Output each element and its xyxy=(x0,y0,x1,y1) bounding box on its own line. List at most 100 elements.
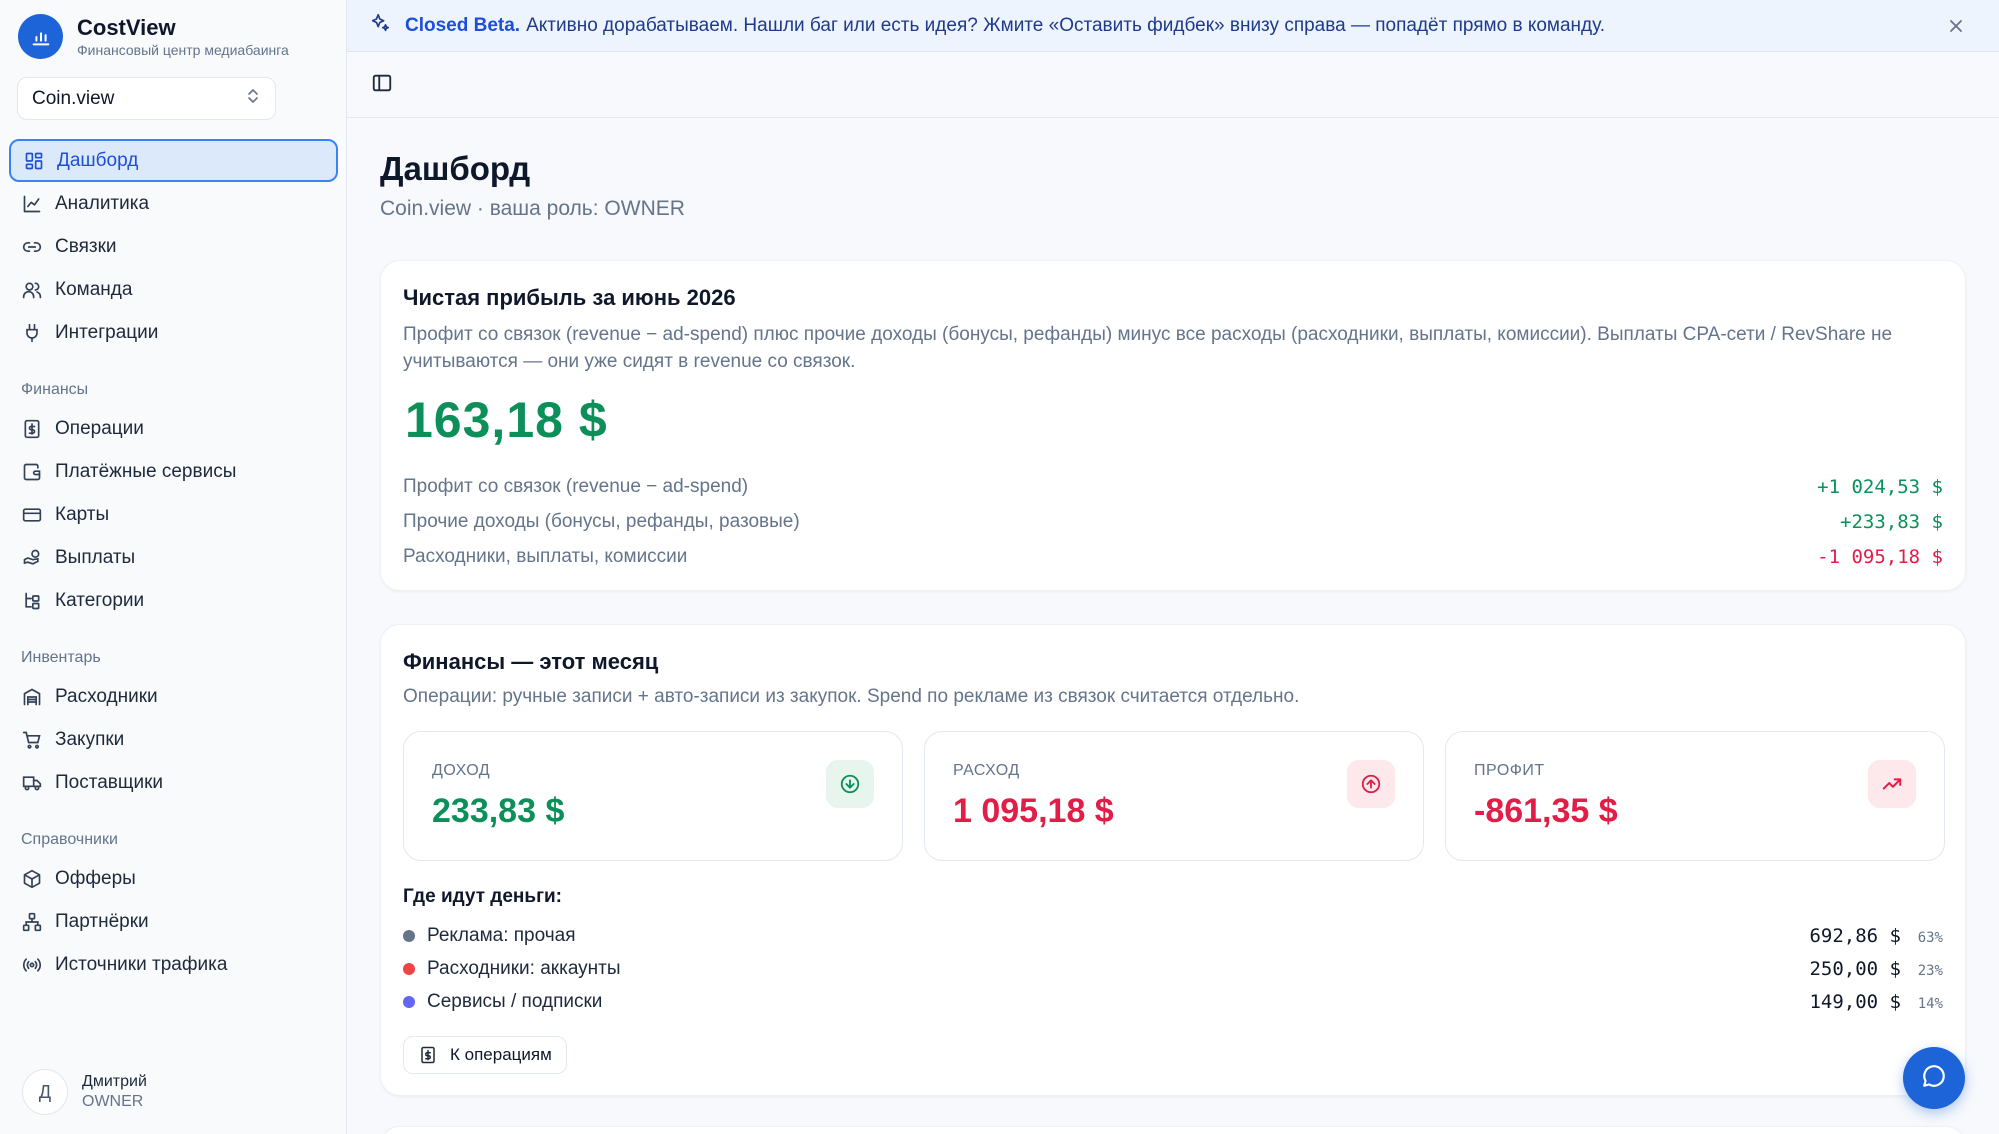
sidebar: CostView Финансовый центр медиабаинга Co… xyxy=(0,0,347,1134)
stat-label: ПРОФИТ xyxy=(1474,762,1545,779)
trending-up-icon xyxy=(1868,760,1916,808)
sidebar-item-label: Операции xyxy=(55,417,144,439)
breakdown-value: +1 024,53 $ xyxy=(1817,476,1943,498)
stat-profit: ПРОФИТ -861,35 $ xyxy=(1445,731,1945,861)
page-title: Дашборд xyxy=(380,150,531,187)
net-profit-title: Чистая прибыль за июнь 2026 xyxy=(403,285,736,310)
user-profile[interactable]: Д Дмитрий OWNER xyxy=(22,1069,147,1115)
finance-month-description: Операции: ручные записи + авто-записи из… xyxy=(403,686,1300,707)
sparkles-icon xyxy=(369,12,391,40)
sidebar-toggle-icon[interactable] xyxy=(371,72,397,98)
wallet-icon xyxy=(21,461,43,483)
expense-category-label: Реклама: прочая xyxy=(427,925,576,946)
sidebar-item-integrations[interactable]: Интеграции xyxy=(9,311,338,354)
section-finance-title: Финансы xyxy=(21,381,89,398)
expense-amount: 250,00 $ xyxy=(1809,958,1901,980)
sidebar-item-team[interactable]: Команда xyxy=(9,268,338,311)
expense-amount: 692,86 $ xyxy=(1809,925,1901,947)
arrow-up-circle-icon xyxy=(1347,760,1395,808)
sidebar-item-label: Расходники xyxy=(55,685,158,707)
breakdown-value: +233,83 $ xyxy=(1840,511,1943,533)
expense-percent: 63% xyxy=(1917,930,1943,946)
sidebar-item-label: Категории xyxy=(55,589,145,611)
breakdown-label: Профит со связок (revenue − ad-spend) xyxy=(403,476,749,497)
breakdown-row: Профит со связок (revenue − ad-spend) +1… xyxy=(403,471,1943,503)
hand-coins-icon xyxy=(21,547,43,569)
sidebar-item-consumables[interactable]: Расходники xyxy=(9,675,338,718)
feedback-chat-button[interactable] xyxy=(1903,1047,1965,1109)
receipt-icon xyxy=(418,1045,438,1065)
expense-category-label: Сервисы / подписки xyxy=(427,991,603,1012)
net-profit-value: 163,18 $ xyxy=(405,392,608,448)
sidebar-item-label: Дашборд xyxy=(57,149,139,171)
tree-icon xyxy=(21,590,43,612)
breakdown-row: Прочие доходы (бонусы, рефанды, разовые)… xyxy=(403,506,1943,538)
link-icon xyxy=(21,236,43,258)
close-icon[interactable] xyxy=(1943,13,1969,39)
user-name: Дмитрий xyxy=(82,1073,147,1090)
user-role: OWNER xyxy=(82,1093,144,1110)
sidebar-item-dashboard[interactable]: Дашборд xyxy=(9,139,338,182)
receipt-icon xyxy=(21,418,43,440)
to-operations-button[interactable]: К операциям xyxy=(403,1036,567,1074)
chevron-up-down-icon xyxy=(245,87,261,111)
breakdown-row: Расходники, выплаты, комиссии -1 095,18 … xyxy=(403,541,1943,573)
list-item: Реклама: прочая 692,86 $ 63% xyxy=(403,920,1943,952)
bar-chart-icon xyxy=(18,14,63,59)
network-icon xyxy=(21,911,43,933)
arrow-down-circle-icon xyxy=(826,760,874,808)
sidebar-item-links[interactable]: Связки xyxy=(9,225,338,268)
sidebar-item-label: Партнёрки xyxy=(55,910,149,932)
sidebar-item-label: Поставщики xyxy=(55,771,164,793)
beta-banner: Closed Beta. Активно дорабатываем. Нашли… xyxy=(347,0,1999,52)
sidebar-item-purchases[interactable]: Закупки xyxy=(9,718,338,761)
expense-amount: 149,00 $ xyxy=(1809,991,1901,1013)
where-money-goes-title: Где идут деньги: xyxy=(403,886,563,907)
legend-dot xyxy=(403,996,415,1008)
sidebar-item-label: Закупки xyxy=(55,728,125,750)
sidebar-item-partners[interactable]: Партнёрки xyxy=(9,900,338,943)
sidebar-item-label: Карты xyxy=(55,503,110,525)
sidebar-item-label: Платёжные сервисы xyxy=(55,460,237,482)
sidebar-item-categories[interactable]: Категории xyxy=(9,579,338,622)
sidebar-item-label: Команда xyxy=(55,278,133,300)
expense-percent: 23% xyxy=(1917,963,1943,979)
sidebar-item-analytics[interactable]: Аналитика xyxy=(9,182,338,225)
next-card xyxy=(380,1126,1966,1134)
stat-label: РАСХОД xyxy=(953,762,1020,779)
brand-name: CostView xyxy=(77,14,176,40)
sidebar-item-label: Выплаты xyxy=(55,546,136,568)
section-inventory-title: Инвентарь xyxy=(21,649,101,666)
sidebar-item-suppliers[interactable]: Поставщики xyxy=(9,761,338,804)
sidebar-item-payment-services[interactable]: Платёжные сервисы xyxy=(9,450,338,493)
project-selector[interactable]: Coin.view xyxy=(17,77,276,120)
line-chart-icon xyxy=(21,193,43,215)
sidebar-item-traffic-sources[interactable]: Источники трафика xyxy=(9,943,338,986)
legend-dot xyxy=(403,930,415,942)
topbar xyxy=(347,52,1999,118)
stat-value: 233,83 $ xyxy=(432,792,565,830)
expense-category-label: Расходники: аккаунты xyxy=(427,958,621,979)
sidebar-item-label: Аналитика xyxy=(55,192,150,214)
net-profit-card: Чистая прибыль за июнь 2026 Профит со св… xyxy=(380,260,1966,591)
sidebar-item-cards[interactable]: Карты xyxy=(9,493,338,536)
stat-label: ДОХОД xyxy=(432,762,491,779)
brand[interactable]: CostView Финансовый центр медиабаинга xyxy=(18,14,289,59)
message-circle-icon xyxy=(1921,1063,1947,1094)
legend-dot xyxy=(403,963,415,975)
radio-icon xyxy=(21,954,43,976)
sidebar-item-label: Связки xyxy=(55,235,117,257)
breakdown-label: Расходники, выплаты, комиссии xyxy=(403,546,688,567)
sidebar-item-payouts[interactable]: Выплаты xyxy=(9,536,338,579)
sidebar-item-offers[interactable]: Офферы xyxy=(9,857,338,900)
breakdown-label: Прочие доходы (бонусы, рефанды, разовые) xyxy=(403,511,800,532)
credit-card-icon xyxy=(21,504,43,526)
breakdown-value: -1 095,18 $ xyxy=(1817,546,1943,568)
cart-icon xyxy=(21,729,43,751)
plug-icon xyxy=(21,322,43,344)
sidebar-item-operations[interactable]: Операции xyxy=(9,407,338,450)
stat-income: ДОХОД 233,83 $ xyxy=(403,731,903,861)
users-icon xyxy=(21,279,43,301)
banner-text: Активно дорабатываем. Нашли баг или есть… xyxy=(526,14,1605,36)
stat-value: 1 095,18 $ xyxy=(953,792,1114,830)
